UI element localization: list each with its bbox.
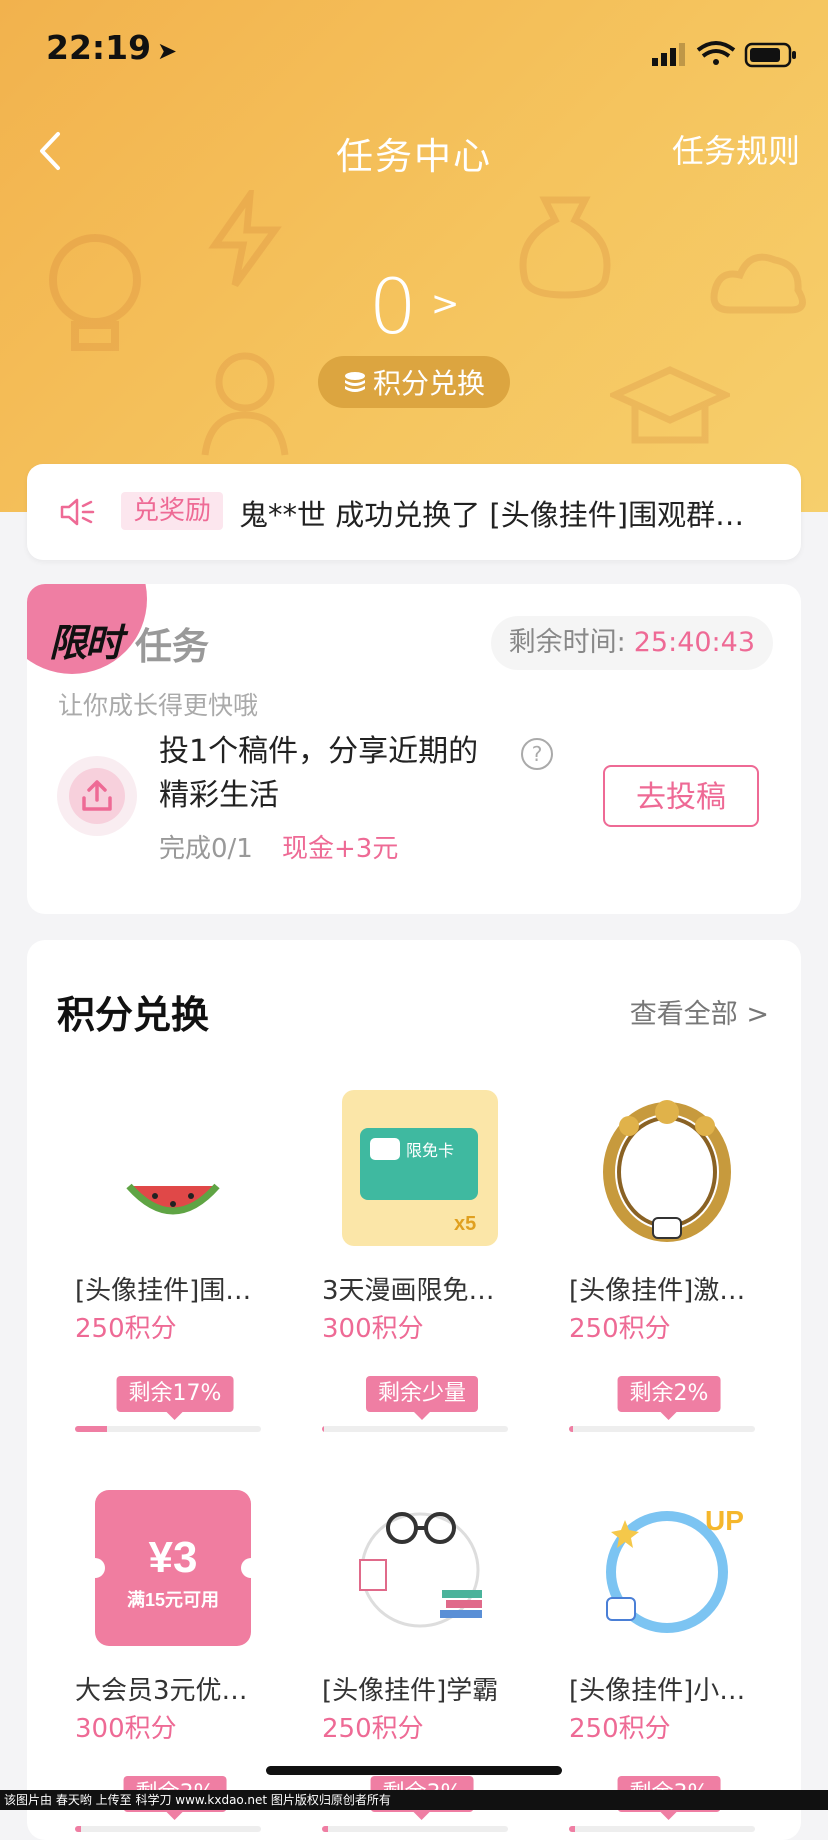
shop-item-name: [头像挂件]学霸 [322,1676,499,1706]
location-arrow-icon: ➤ [157,37,178,65]
shop-item-price: 250积分 [569,1714,671,1744]
chevron-right-icon: > [746,999,769,1030]
stock-bubble: 剩余少量 [365,1376,479,1420]
view-all-label: 查看全部 [629,999,738,1030]
svg-text:限免卡: 限免卡 [406,1142,454,1160]
ticker-message: 鬼**世 成功兑换了 [头像挂件]围观群… [239,498,745,532]
shop-item-name: 大会员3元优… [75,1676,248,1706]
stock-progress-fill [322,1826,328,1832]
points-display[interactable]: 0 > [0,262,828,351]
limited-badge-text: 限时 [49,621,123,665]
stock-progress-fill [75,1826,81,1832]
points-exchange-label: 积分兑换 [372,367,485,400]
countdown-pill: 剩余时间: 25:40:43 [490,616,773,670]
stock-progress-bar [569,1826,755,1832]
points-shop-card: 积分兑换 查看全部 > [头像挂件]围… 250积分 剩余17% 限免卡 x5 3天漫画限… [27,940,801,1840]
grad-cap-deco-icon [610,366,730,444]
cellular-signal-icon [652,43,685,66]
redeem-ticker[interactable]: 兑奖励 鬼**世 成功兑换了 [头像挂件]围观群… [27,464,801,560]
battery-icon [744,42,796,68]
points-value: 0 [368,262,417,351]
stock-progress-fill [322,1426,324,1432]
shop-item-price: 300积分 [75,1714,177,1744]
task-name: 投1个稿件，分享近期的精彩生活 [159,734,479,813]
task-card-title: 任务 [135,625,209,668]
comic-card-icon: 限免卡 x5 [342,1090,498,1246]
shop-item-price: 250积分 [569,1314,671,1344]
upload-icon [82,780,112,811]
svg-text:¥3: ¥3 [149,1533,198,1582]
stock-progress-bar [322,1826,508,1832]
home-indicator [266,1766,562,1775]
shop-item-name: [头像挂件]小… [569,1676,746,1706]
shop-title: 积分兑换 [57,993,210,1037]
stock-bubble: 剩余2% [617,1376,721,1420]
gold-frame-icon [589,1090,745,1246]
help-question-icon[interactable]: ? [521,738,553,770]
upload-task-icon [57,756,137,836]
person-deco-icon [201,352,289,456]
blue-frame-icon: UP [589,1490,745,1646]
shop-item-price: 250积分 [322,1714,424,1744]
shop-item-price: 250积分 [75,1314,177,1344]
status-bar: 22:19 ➤ [0,0,828,100]
submit-post-button[interactable]: 去投稿 [603,765,759,827]
chevron-right-icon: > [430,284,460,324]
stock-progress-bar [322,1426,508,1432]
ticker-tag: 兑奖励 [121,492,224,530]
coin-stack-icon [344,372,365,392]
view-all-link[interactable]: 查看全部 > [630,992,769,1031]
watermark-footer: 该图片由 春天哟 上传至 科学刀 www.kxdao.net 图片版权归原创者所… [0,1790,828,1810]
task-rules-link[interactable]: 任务规则 [672,126,800,172]
stock-progress-bar [75,1826,261,1832]
limited-task-card: 限时 任务 剩余时间: 25:40:43 让你成长得更快哦 投1个稿件，分享近期的… [27,584,801,914]
stock-progress-fill [569,1426,573,1432]
stock-bubble: 剩余17% [116,1376,234,1420]
countdown-value: 25:40:43 [633,627,755,658]
svg-text:满15元可用: 满15元可用 [127,1589,219,1610]
status-time: 22:19 ➤ [46,28,178,67]
wifi-icon [696,41,736,65]
stock-progress-bar [75,1426,261,1432]
shop-item-name: 3天漫画限免… [322,1276,495,1306]
task-reward: 现金+3元 [282,834,399,864]
task-card-subtitle: 让你成长得更快哦 [58,691,259,720]
speaker-icon [60,498,95,526]
task-progress: 完成0/1 [159,834,253,864]
stock-progress-bar [569,1426,755,1432]
nav-bar: 任务中心 任务规则 [0,110,828,190]
shop-item-name: [头像挂件]激… [569,1276,746,1306]
svg-text:x5: x5 [454,1213,476,1235]
svg-text:UP: UP [705,1505,744,1536]
countdown-label: 剩余时间: [508,627,626,658]
watermelon-icon [95,1090,251,1246]
shop-item-name: [头像挂件]围… [75,1276,252,1306]
stock-progress-fill [75,1426,107,1432]
coupon-icon: ¥3 满15元可用 [85,1490,261,1646]
shop-item-price: 300积分 [322,1314,424,1344]
scholar-frame-icon [342,1490,498,1646]
status-icons [652,41,796,68]
points-exchange-button[interactable]: 积分兑换 [318,356,510,408]
stock-progress-fill [569,1826,575,1832]
